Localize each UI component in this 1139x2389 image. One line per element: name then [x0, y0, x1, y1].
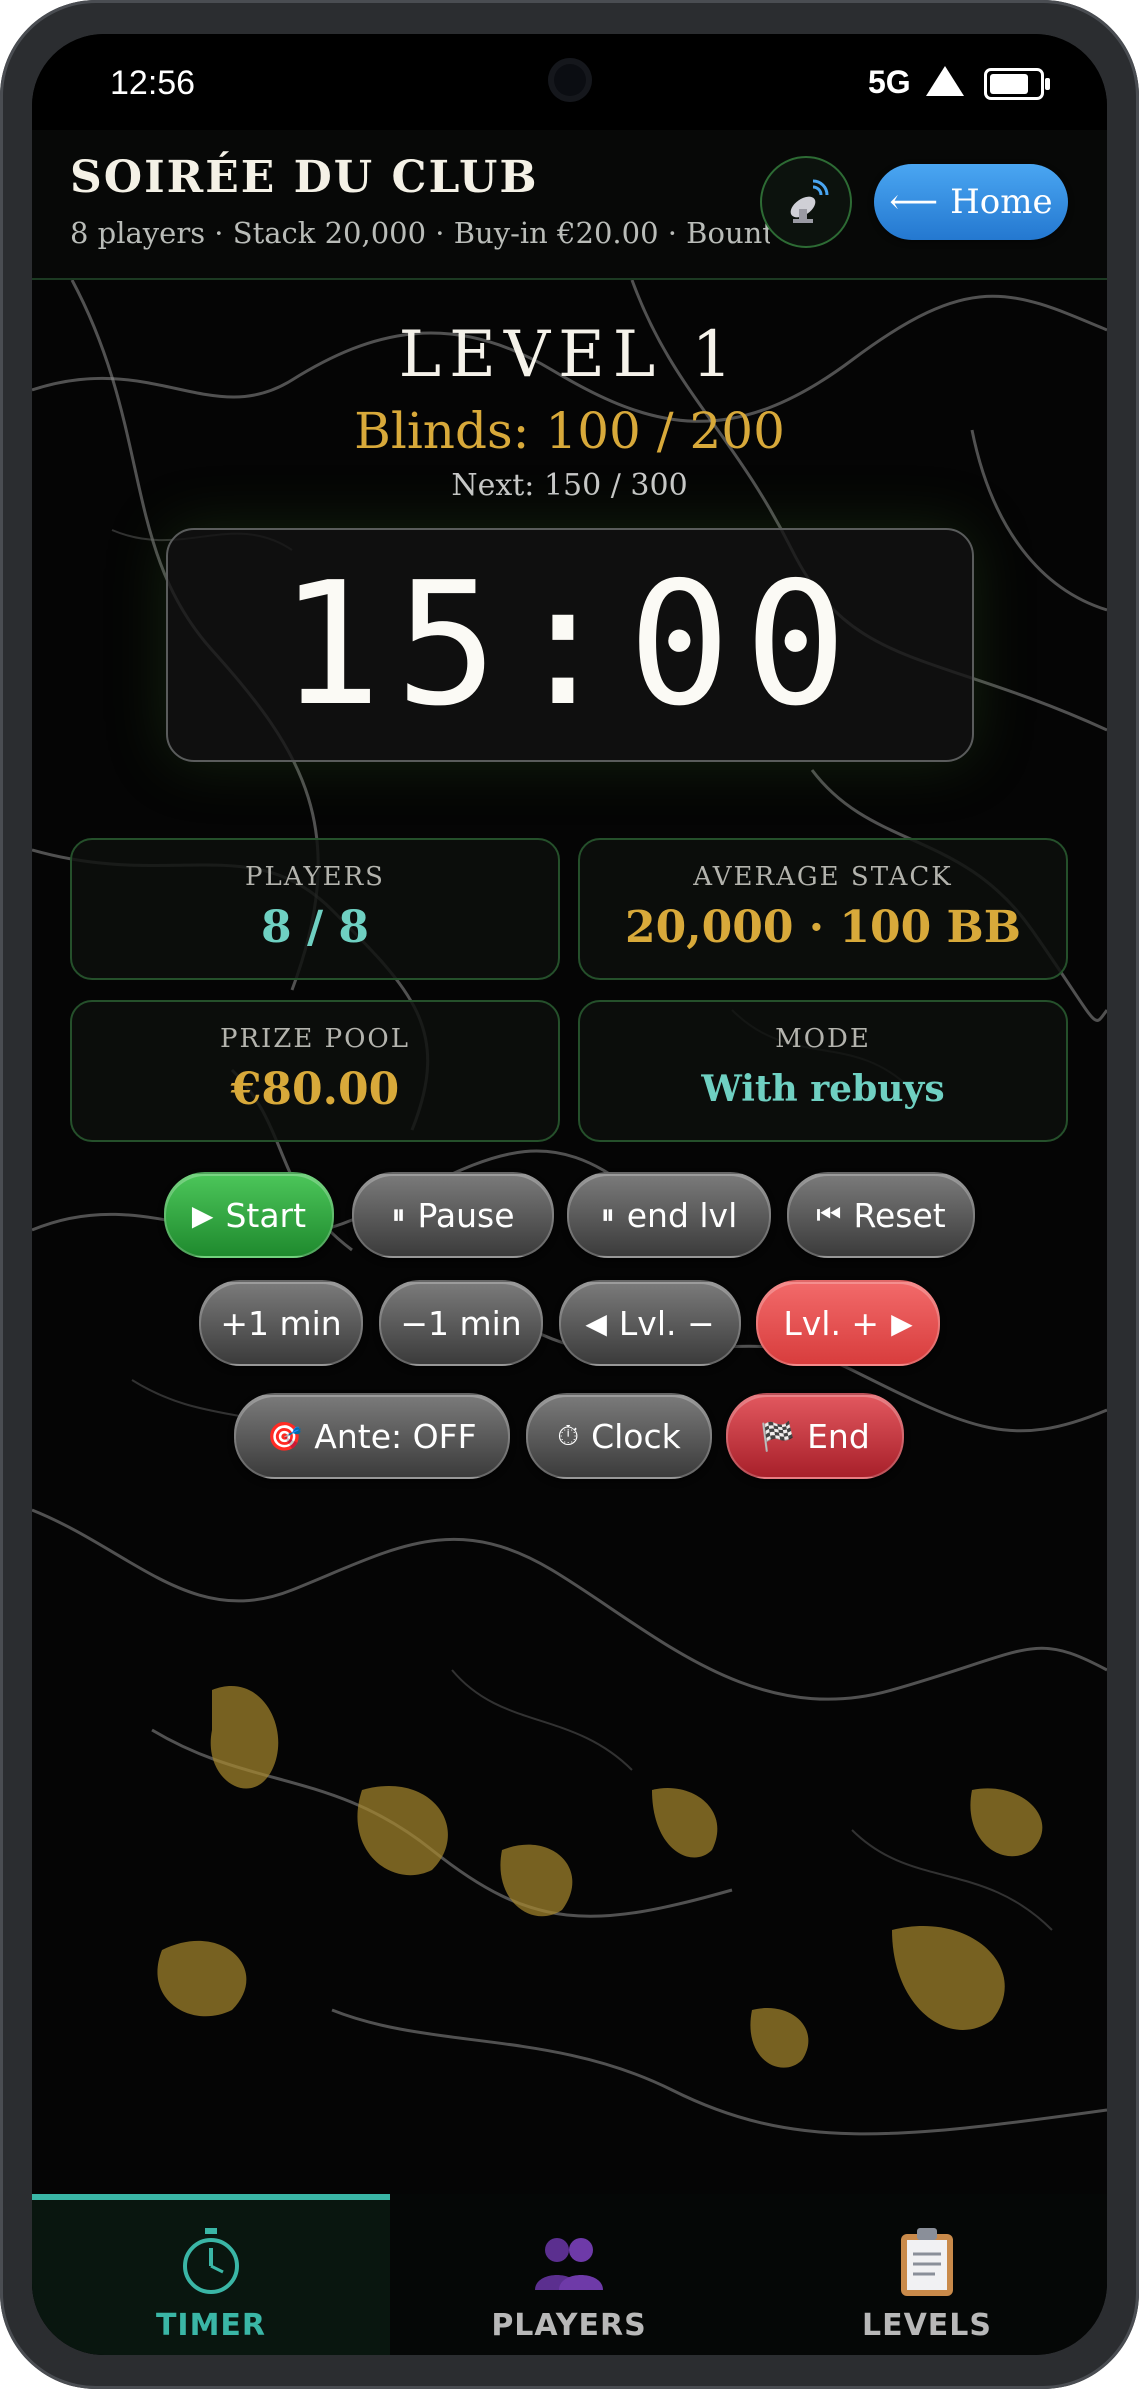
home-button[interactable]: ⟵ Home [874, 164, 1068, 240]
clock-button[interactable]: ⏱ Clock [526, 1393, 712, 1479]
add-minute-button[interactable]: +1 min [199, 1280, 363, 1366]
end-label: End [807, 1416, 870, 1456]
stat-value: 8 / 8 [261, 902, 369, 953]
stat-label: PRIZE POOL [219, 1024, 411, 1054]
app-header: SOIRÉE DU CLUB 8 players · Stack 20,000 … [32, 130, 1107, 280]
subtract-minute-button[interactable]: −1 min [379, 1280, 543, 1366]
stat-card-prize-pool: PRIZE POOL €80.00 [70, 1000, 560, 1142]
start-button[interactable]: ▶ Start [164, 1172, 334, 1258]
status-time: 12:56 [110, 64, 196, 102]
pause-icon: ⏸ [391, 1198, 406, 1231]
level-down-button[interactable]: ◀ Lvl. − [559, 1280, 741, 1366]
checkered-flag-icon: 🏁 [760, 1419, 796, 1453]
arrow-left-icon: ⟵ [889, 182, 939, 222]
target-icon: 🎯 [267, 1419, 303, 1453]
cast-button[interactable] [760, 156, 852, 248]
tab-timer[interactable]: TIMER [32, 2194, 390, 2355]
pause-label: Pause [417, 1195, 515, 1235]
triangle-right-icon: ▶ [891, 1306, 913, 1340]
phone-screen: 12:56 5G SOIRÉE DU CLUB 8 players · Stac… [32, 34, 1107, 2355]
level-up-button[interactable]: Lvl. + ▶ [756, 1280, 940, 1366]
satellite-dish-icon [790, 179, 829, 223]
stat-value: 20,000 · 100 BB [625, 902, 1021, 953]
front-camera [548, 58, 592, 102]
reset-label: Reset [853, 1195, 946, 1235]
stat-label: MODE [775, 1024, 871, 1054]
players-icon [390, 2226, 748, 2296]
play-icon: ▶ [191, 1198, 214, 1232]
tab-players[interactable]: PLAYERS [390, 2194, 748, 2355]
home-label: Home [950, 182, 1053, 222]
level-up-label: Lvl. + [783, 1303, 880, 1343]
tab-label: LEVELS [861, 2308, 993, 2343]
stat-card-mode: MODE With rebuys [578, 1000, 1068, 1142]
blinds-current: Blinds: 100 / 200 [354, 402, 785, 460]
stat-label: AVERAGE STACK [693, 862, 953, 892]
status-bar: 12:56 5G [32, 34, 1107, 130]
tournament-summary: 8 players · Stack 20,000 · Buy-in €20.00… [70, 216, 770, 250]
app-screen: SOIRÉE DU CLUB 8 players · Stack 20,000 … [32, 130, 1107, 2194]
ante-toggle-button[interactable]: 🎯 Ante: OFF [234, 1393, 510, 1479]
stopwatch-icon [32, 2226, 390, 2296]
level-down-label: Lvl. − [618, 1303, 715, 1343]
end-tournament-button[interactable]: 🏁 End [726, 1393, 904, 1479]
clipboard-icon [748, 2226, 1106, 2296]
triangle-left-icon: ◀ [585, 1306, 607, 1340]
stat-card-players: PLAYERS 8 / 8 [70, 838, 560, 980]
end-level-button[interactable]: ⏸ end lvl [567, 1172, 771, 1258]
reset-button[interactable]: ⏮ Reset [787, 1172, 975, 1258]
start-label: Start [225, 1195, 307, 1235]
network-indicator: 5G [868, 64, 911, 100]
tab-levels[interactable]: LEVELS [748, 2194, 1106, 2355]
tab-label: PLAYERS [491, 2308, 647, 2343]
phone-frame: 12:56 5G SOIRÉE DU CLUB 8 players · Stac… [0, 0, 1139, 2389]
add-minute-label: +1 min [220, 1303, 342, 1343]
stat-label: PLAYERS [244, 862, 385, 892]
stat-value: With rebuys [701, 1068, 945, 1110]
ante-label: Ante: OFF [314, 1416, 477, 1456]
tournament-title: SOIRÉE DU CLUB [70, 152, 539, 203]
subtract-minute-label: −1 min [400, 1303, 522, 1343]
stat-card-average-stack: AVERAGE STACK 20,000 · 100 BB [578, 838, 1068, 980]
clock-label: Clock [591, 1416, 681, 1456]
pause-icon: ⏸ [600, 1198, 615, 1231]
skip-back-icon: ⏮ [816, 1198, 842, 1231]
bottom-navigation: TIMER PLAYERS LEVELS [32, 2194, 1107, 2355]
level-title: LEVEL 1 [398, 318, 741, 392]
signal-icon [926, 66, 964, 96]
countdown-timer: 15:00 [166, 528, 974, 762]
stopwatch-icon: ⏱ [557, 1419, 580, 1452]
tab-label: TIMER [155, 2308, 267, 2343]
battery-icon [984, 68, 1050, 100]
stat-value: €80.00 [230, 1064, 400, 1115]
end-level-label: end lvl [626, 1195, 738, 1235]
blinds-next: Next: 150 / 300 [451, 468, 688, 503]
pause-button[interactable]: ⏸ Pause [352, 1172, 554, 1258]
active-tab-indicator [32, 2194, 390, 2200]
